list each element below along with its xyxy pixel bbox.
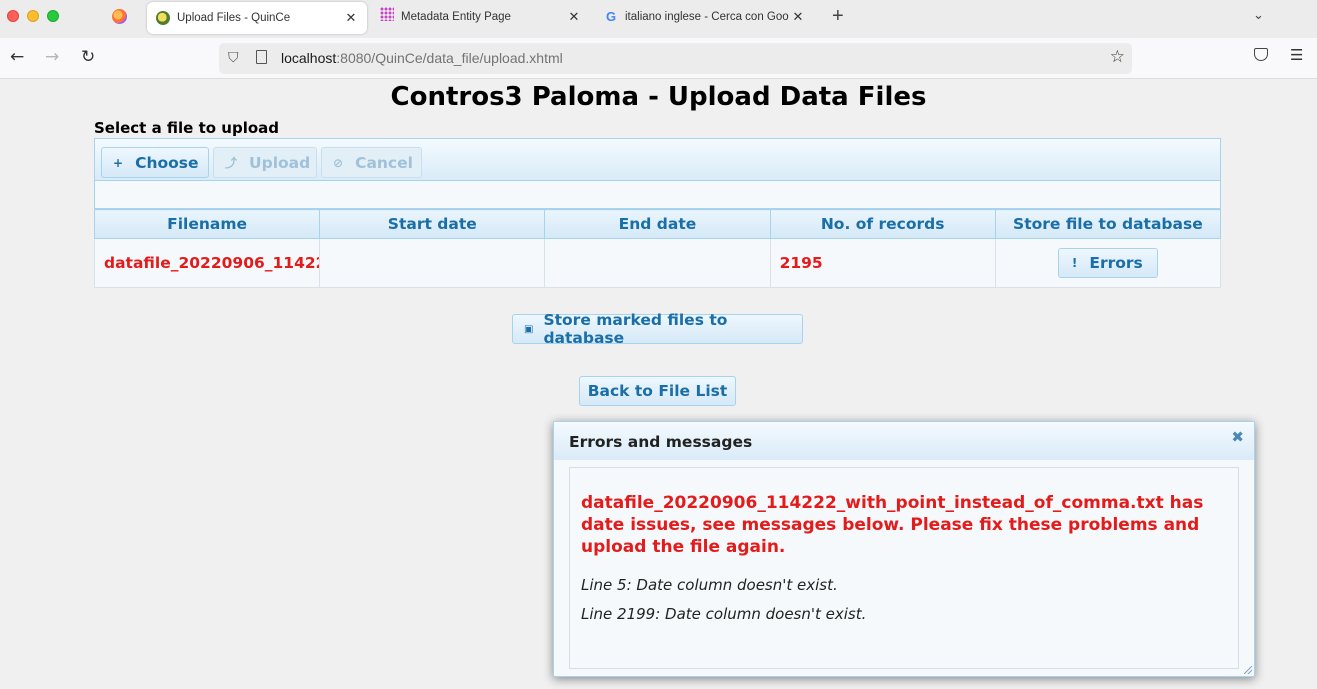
page-title: Contros3 Paloma - Upload Data Files xyxy=(390,82,927,112)
message-line: Line 2199: Date column doesn't exist. xyxy=(581,605,867,623)
choose-label: Choose xyxy=(135,153,199,172)
dialog-header[interactable]: Errors and messages ✖ xyxy=(554,422,1254,460)
dialog-content: datafile_20220906_114222_with_point_inst… xyxy=(569,467,1239,669)
tab-close-icon[interactable]: ✕ xyxy=(790,9,806,25)
tab-close-icon[interactable]: ✕ xyxy=(343,10,359,26)
table-header-row: Filename Start date End date No. of reco… xyxy=(93,209,1222,239)
files-table: Filename Start date End date No. of reco… xyxy=(93,209,1222,288)
errors-button[interactable]: ! Errors xyxy=(1057,248,1158,278)
cancel-label: Cancel xyxy=(355,153,413,172)
google-icon: G xyxy=(605,9,617,24)
select-file-label: Select a file to upload xyxy=(94,119,279,137)
forward-arrow-icon[interactable]: → xyxy=(45,47,59,67)
store-label: Store marked files to database xyxy=(543,311,728,347)
quince-icon xyxy=(156,11,170,25)
cell-filename: datafile_20220906_114222 xyxy=(93,238,321,288)
tab-upload-files[interactable]: Upload Files - QuinCe ✕ xyxy=(147,2,367,34)
bookmark-star-icon[interactable]: ☆ xyxy=(1110,47,1125,67)
cancel-circle-icon: ⊘ xyxy=(333,155,344,170)
browser-tab-bar: Upload Files - QuinCe ✕ Metadata Entity … xyxy=(0,0,1317,38)
dialog-title: Errors and messages xyxy=(569,433,753,451)
errors-dialog: Errors and messages ✖ datafile_20220906_… xyxy=(553,421,1255,677)
column-header-end-date: End date xyxy=(544,209,771,239)
page-icon[interactable] xyxy=(256,50,267,64)
errors-label: Errors xyxy=(1089,254,1143,272)
cell-records: 2195 xyxy=(769,238,996,288)
close-icon[interactable]: ✖ xyxy=(1231,428,1244,446)
tab-list-chevron-icon[interactable]: ⌄ xyxy=(1253,8,1264,23)
save-disk-icon: ▣ xyxy=(524,323,534,335)
table-row: datafile_20220906_114222 2195 ! Errors xyxy=(93,238,1222,288)
hamburger-menu-icon[interactable]: ☰ xyxy=(1290,46,1303,64)
upload-arrow-icon: ⤴ xyxy=(225,156,238,170)
error-message: datafile_20220906_114222_with_point_inst… xyxy=(581,493,1204,557)
plus-icon: + xyxy=(113,155,124,170)
window-minimize-button[interactable] xyxy=(27,10,39,22)
tab-metadata-entity[interactable]: Metadata Entity Page ✕ xyxy=(380,0,590,34)
address-bar[interactable]: ⛉ localhost:8080/QuinCe/data_file/upload… xyxy=(219,43,1132,74)
tab-label: italiano inglese - Cerca con Goo xyxy=(625,11,789,23)
browser-nav-bar: ← → ↻ ⛉ localhost:8080/QuinCe/data_file/… xyxy=(0,38,1317,79)
cell-store-action: ! Errors xyxy=(994,238,1222,288)
tab-label: Metadata Entity Page xyxy=(401,11,511,23)
file-upload-panel: + Choose ⤴ Upload ⊘ Cancel xyxy=(94,138,1221,209)
exclamation-icon: ! xyxy=(1071,256,1078,270)
message-line: Line 5: Date column doesn't exist. xyxy=(581,576,838,594)
upload-label: Upload xyxy=(249,153,311,172)
url-path: :8080/QuinCe/data_file/upload.xhtml xyxy=(336,50,563,66)
tab-google-search[interactable]: G italiano inglese - Cerca con Goo ✕ xyxy=(604,0,814,34)
metadata-icon xyxy=(380,7,394,21)
url-host: localhost xyxy=(281,50,337,66)
tab-label: Upload Files - QuinCe xyxy=(177,12,291,24)
tab-close-icon[interactable]: ✕ xyxy=(566,9,582,25)
cancel-button[interactable]: ⊘ Cancel xyxy=(321,147,422,178)
column-header-records: No. of records xyxy=(769,209,996,239)
firefox-icon[interactable] xyxy=(112,9,127,24)
resize-handle-icon[interactable] xyxy=(1244,666,1252,674)
choose-button[interactable]: + Choose xyxy=(101,147,209,178)
back-arrow-icon[interactable]: ← xyxy=(10,47,24,67)
window-zoom-button[interactable] xyxy=(47,10,59,22)
store-marked-files-button[interactable]: ▣ Store marked files to database xyxy=(512,311,803,347)
pocket-icon[interactable] xyxy=(1254,48,1268,61)
column-header-start-date: Start date xyxy=(319,209,546,239)
column-header-filename: Filename xyxy=(93,209,321,239)
shield-icon[interactable]: ⛉ xyxy=(228,49,239,66)
upload-toolbar: + Choose ⤴ Upload ⊘ Cancel xyxy=(95,139,1220,181)
reload-icon[interactable]: ↻ xyxy=(81,47,95,67)
new-tab-icon[interactable]: + xyxy=(832,5,844,28)
upload-button[interactable]: ⤴ Upload xyxy=(213,147,317,178)
back-to-file-list-button[interactable]: Back to File List xyxy=(579,376,736,406)
url-text[interactable]: localhost:8080/QuinCe/data_file/upload.x… xyxy=(281,50,563,66)
window-close-button[interactable] xyxy=(7,10,19,22)
cell-start-date xyxy=(319,238,546,288)
cell-end-date xyxy=(544,238,771,288)
column-header-store: Store file to database xyxy=(994,209,1222,239)
